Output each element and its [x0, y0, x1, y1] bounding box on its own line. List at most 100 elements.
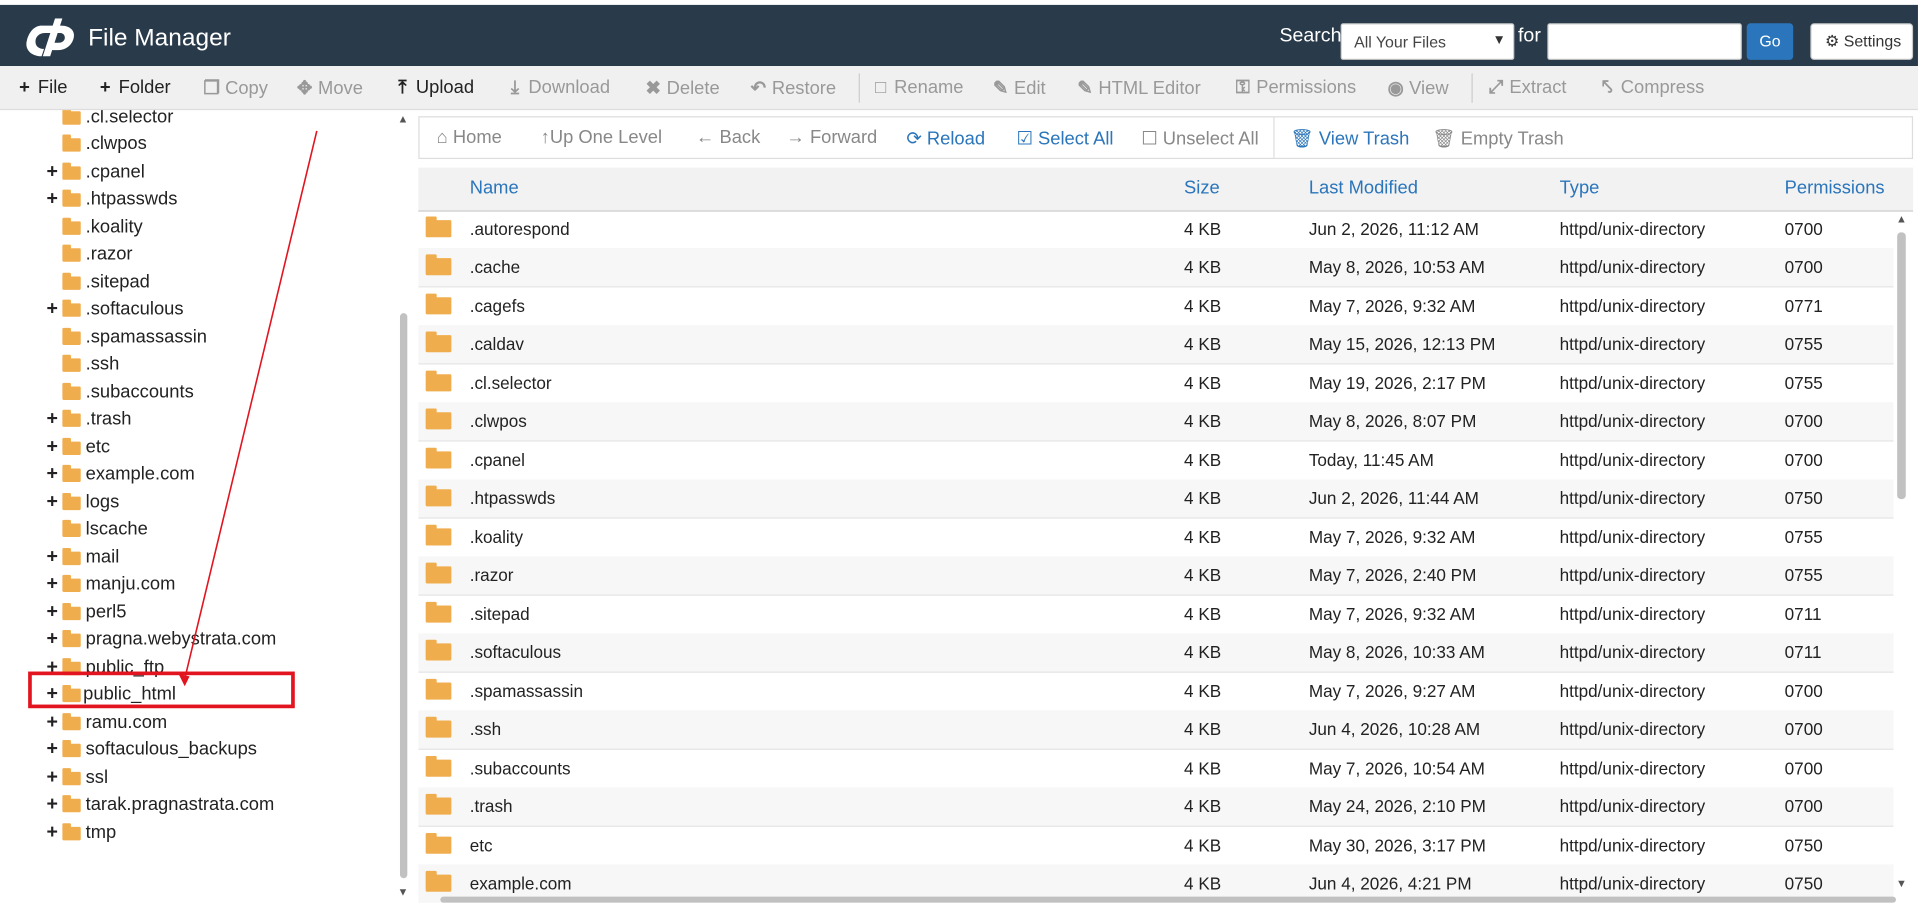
undo-icon: ↶ — [750, 78, 767, 100]
table-row[interactable]: .autorespond 4 KB Jun 2, 2026, 11:12 AM htt… — [418, 210, 1894, 250]
new-folder-button[interactable]: + Folder — [95, 77, 171, 98]
table-row[interactable]: .subaccounts 4 KB May 7, 2026, 10:54 AM htt… — [418, 750, 1894, 789]
search-input[interactable] — [1547, 23, 1742, 60]
folder-icon — [62, 354, 81, 372]
select-all-button[interactable]: ☑ Select All — [1016, 127, 1113, 149]
permissions-button[interactable]: ⚿ Permissions — [1233, 77, 1356, 98]
arrow-up-icon: ↑ — [540, 127, 550, 149]
table-row[interactable]: .cl.selector 4 KB May 19, 2026, 2:17 PM htt… — [418, 365, 1894, 404]
folder-icon — [62, 492, 81, 511]
reload-icon: ⟳ — [906, 128, 922, 150]
compress-button[interactable]: ⤣ Compress — [1597, 77, 1704, 98]
plus-icon: + — [19, 77, 30, 98]
table-row[interactable]: .cpanel 4 KB Today, 11:45 AM httpd/unix-dir… — [418, 442, 1894, 481]
expand-plus-icon[interactable]: + — [46, 767, 57, 789]
column-header-last-modified[interactable]: Last Modified — [1309, 177, 1418, 198]
scroll-up-icon[interactable]: ▲ — [1896, 213, 1907, 225]
folder-icon — [62, 382, 81, 400]
column-header-name[interactable]: Name — [470, 177, 519, 198]
for-label: for — [1517, 25, 1541, 47]
expand-plus-icon[interactable]: + — [46, 437, 57, 459]
folder-icon — [425, 832, 452, 854]
new-file-button[interactable]: + File — [15, 77, 68, 98]
expand-plus-icon[interactable]: + — [46, 492, 57, 514]
column-header-type[interactable]: Type — [1560, 177, 1600, 198]
expand-plus-icon[interactable]: + — [46, 409, 57, 431]
column-header-permissions[interactable]: Permissions — [1785, 177, 1885, 198]
table-row[interactable]: .razor 4 KB May 7, 2026, 2:40 PM httpd/unix… — [418, 556, 1894, 596]
toolbar-divider — [858, 73, 860, 103]
expand-plus-icon[interactable]: + — [46, 739, 57, 761]
edit-button[interactable]: ✎ Edit — [991, 77, 1046, 99]
back-button[interactable]: ← Back — [696, 127, 760, 148]
copy-button[interactable]: ❐ Copy — [202, 77, 268, 99]
cpanel-logo-icon — [26, 18, 75, 57]
search-scope-select[interactable]: All Your Files ▼ — [1340, 23, 1515, 60]
copy-icon: ❐ — [203, 78, 220, 100]
table-row[interactable]: .koality 4 KB May 7, 2026, 9:32 AM httpd/un… — [418, 519, 1894, 558]
extract-button[interactable]: ⤢ Extract — [1486, 77, 1567, 98]
expand-plus-icon[interactable]: + — [46, 629, 57, 651]
home-icon: ⌂ — [436, 127, 448, 149]
navigation-bar: ⌂ Home ↑Up One Level ← Back → Forward ⟳ … — [418, 116, 1914, 160]
table-row[interactable]: etc 4 KB May 30, 2026, 3:17 PM httpd/unix-d… — [418, 827, 1894, 867]
tree-scrollbar[interactable]: ▲ ▼ — [396, 110, 411, 903]
expand-plus-icon[interactable]: + — [46, 298, 57, 320]
table-row[interactable]: .ssh 4 KB Jun 4, 2026, 10:28 AM httpd/unix-… — [418, 710, 1894, 750]
table-row[interactable]: .spamassassin 4 KB May 7, 2026, 9:27 AM htt… — [418, 673, 1894, 712]
scroll-down-icon[interactable]: ▼ — [1896, 877, 1907, 889]
folder-icon — [62, 299, 81, 317]
folder-icon — [62, 547, 81, 566]
expand-plus-icon[interactable]: + — [46, 464, 57, 486]
toolbar-divider — [1471, 73, 1473, 103]
settings-button[interactable]: ⚙ Settings — [1810, 23, 1914, 60]
reload-button[interactable]: ⟳ Reload — [906, 127, 985, 149]
table-row[interactable]: .clwpos 4 KB May 8, 2026, 8:07 PM httpd/uni… — [418, 402, 1894, 442]
restore-button[interactable]: ↶ Restore — [749, 77, 836, 99]
file-icon: □ — [875, 77, 887, 98]
move-button[interactable]: ✥ Move — [295, 77, 363, 99]
scroll-up-icon[interactable]: ▲ — [398, 113, 409, 125]
empty-trash-button[interactable]: 🗑 Empty Trash — [1432, 127, 1563, 149]
expand-plus-icon[interactable]: + — [46, 161, 57, 183]
table-row[interactable]: .sitepad 4 KB May 7, 2026, 9:32 AM httpd/un… — [418, 596, 1894, 635]
delete-button[interactable]: ✖ Delete — [643, 77, 719, 99]
expand-plus-icon[interactable]: + — [46, 574, 57, 596]
forward-button[interactable]: → Forward — [787, 127, 878, 148]
scroll-down-icon[interactable]: ▼ — [398, 886, 409, 898]
file-table-scrollbar[interactable]: ▲ ▼ — [1894, 210, 1911, 902]
table-row[interactable]: .htpasswds 4 KB Jun 2, 2026, 11:44 AM httpd… — [418, 479, 1894, 519]
expand-plus-icon[interactable]: + — [46, 712, 57, 734]
go-button[interactable]: Go — [1746, 23, 1794, 60]
folder-icon — [62, 629, 81, 648]
folder-icon — [62, 244, 81, 262]
upload-button[interactable]: ⤒ Upload — [393, 77, 474, 98]
tree-scroll-thumb[interactable] — [399, 313, 408, 879]
table-row[interactable]: .softaculous 4 KB May 8, 2026, 10:33 AM htt… — [418, 633, 1894, 673]
horizontal-scrollbar[interactable] — [440, 896, 1896, 903]
table-row[interactable]: .cagefs 4 KB May 7, 2026, 9:32 AM httpd/uni… — [418, 287, 1894, 327]
download-button[interactable]: ⤓ Download — [505, 77, 610, 98]
expand-plus-icon[interactable]: + — [46, 822, 57, 844]
expand-plus-icon[interactable]: + — [46, 188, 57, 210]
view-trash-button[interactable]: 🗑 View Trash — [1290, 127, 1409, 149]
html-editor-button[interactable]: ✎ HTML Editor — [1075, 77, 1200, 99]
table-row[interactable]: .caldav 4 KB May 15, 2026, 12:13 PM httpd/u… — [418, 325, 1894, 365]
expand-plus-icon[interactable]: + — [46, 547, 57, 569]
trash-icon: 🗑 — [1432, 128, 1456, 150]
column-header-size[interactable]: Size — [1184, 177, 1220, 198]
view-button[interactable]: ◉ View — [1386, 77, 1449, 99]
top-header: File Manager Search All Your Files ▼ for… — [0, 4, 1918, 67]
home-button[interactable]: ⌂ Home — [437, 127, 502, 148]
table-row[interactable]: .trash 4 KB May 24, 2026, 2:10 PM httpd/uni… — [418, 787, 1894, 827]
folder-icon — [425, 370, 452, 392]
rename-button[interactable]: □ Rename — [871, 77, 963, 98]
file-table-scroll-thumb[interactable] — [1897, 232, 1906, 500]
folder-icon — [425, 793, 452, 815]
expand-plus-icon[interactable]: + — [46, 602, 57, 624]
unselect-all-button[interactable]: ☐ Unselect All — [1141, 127, 1258, 149]
expand-plus-icon[interactable]: + — [46, 794, 57, 816]
folder-icon — [425, 254, 452, 276]
table-row[interactable]: .cache 4 KB May 8, 2026, 10:53 AM httpd/uni… — [418, 248, 1894, 288]
up-one-level-button[interactable]: ↑Up One Level — [541, 127, 662, 148]
